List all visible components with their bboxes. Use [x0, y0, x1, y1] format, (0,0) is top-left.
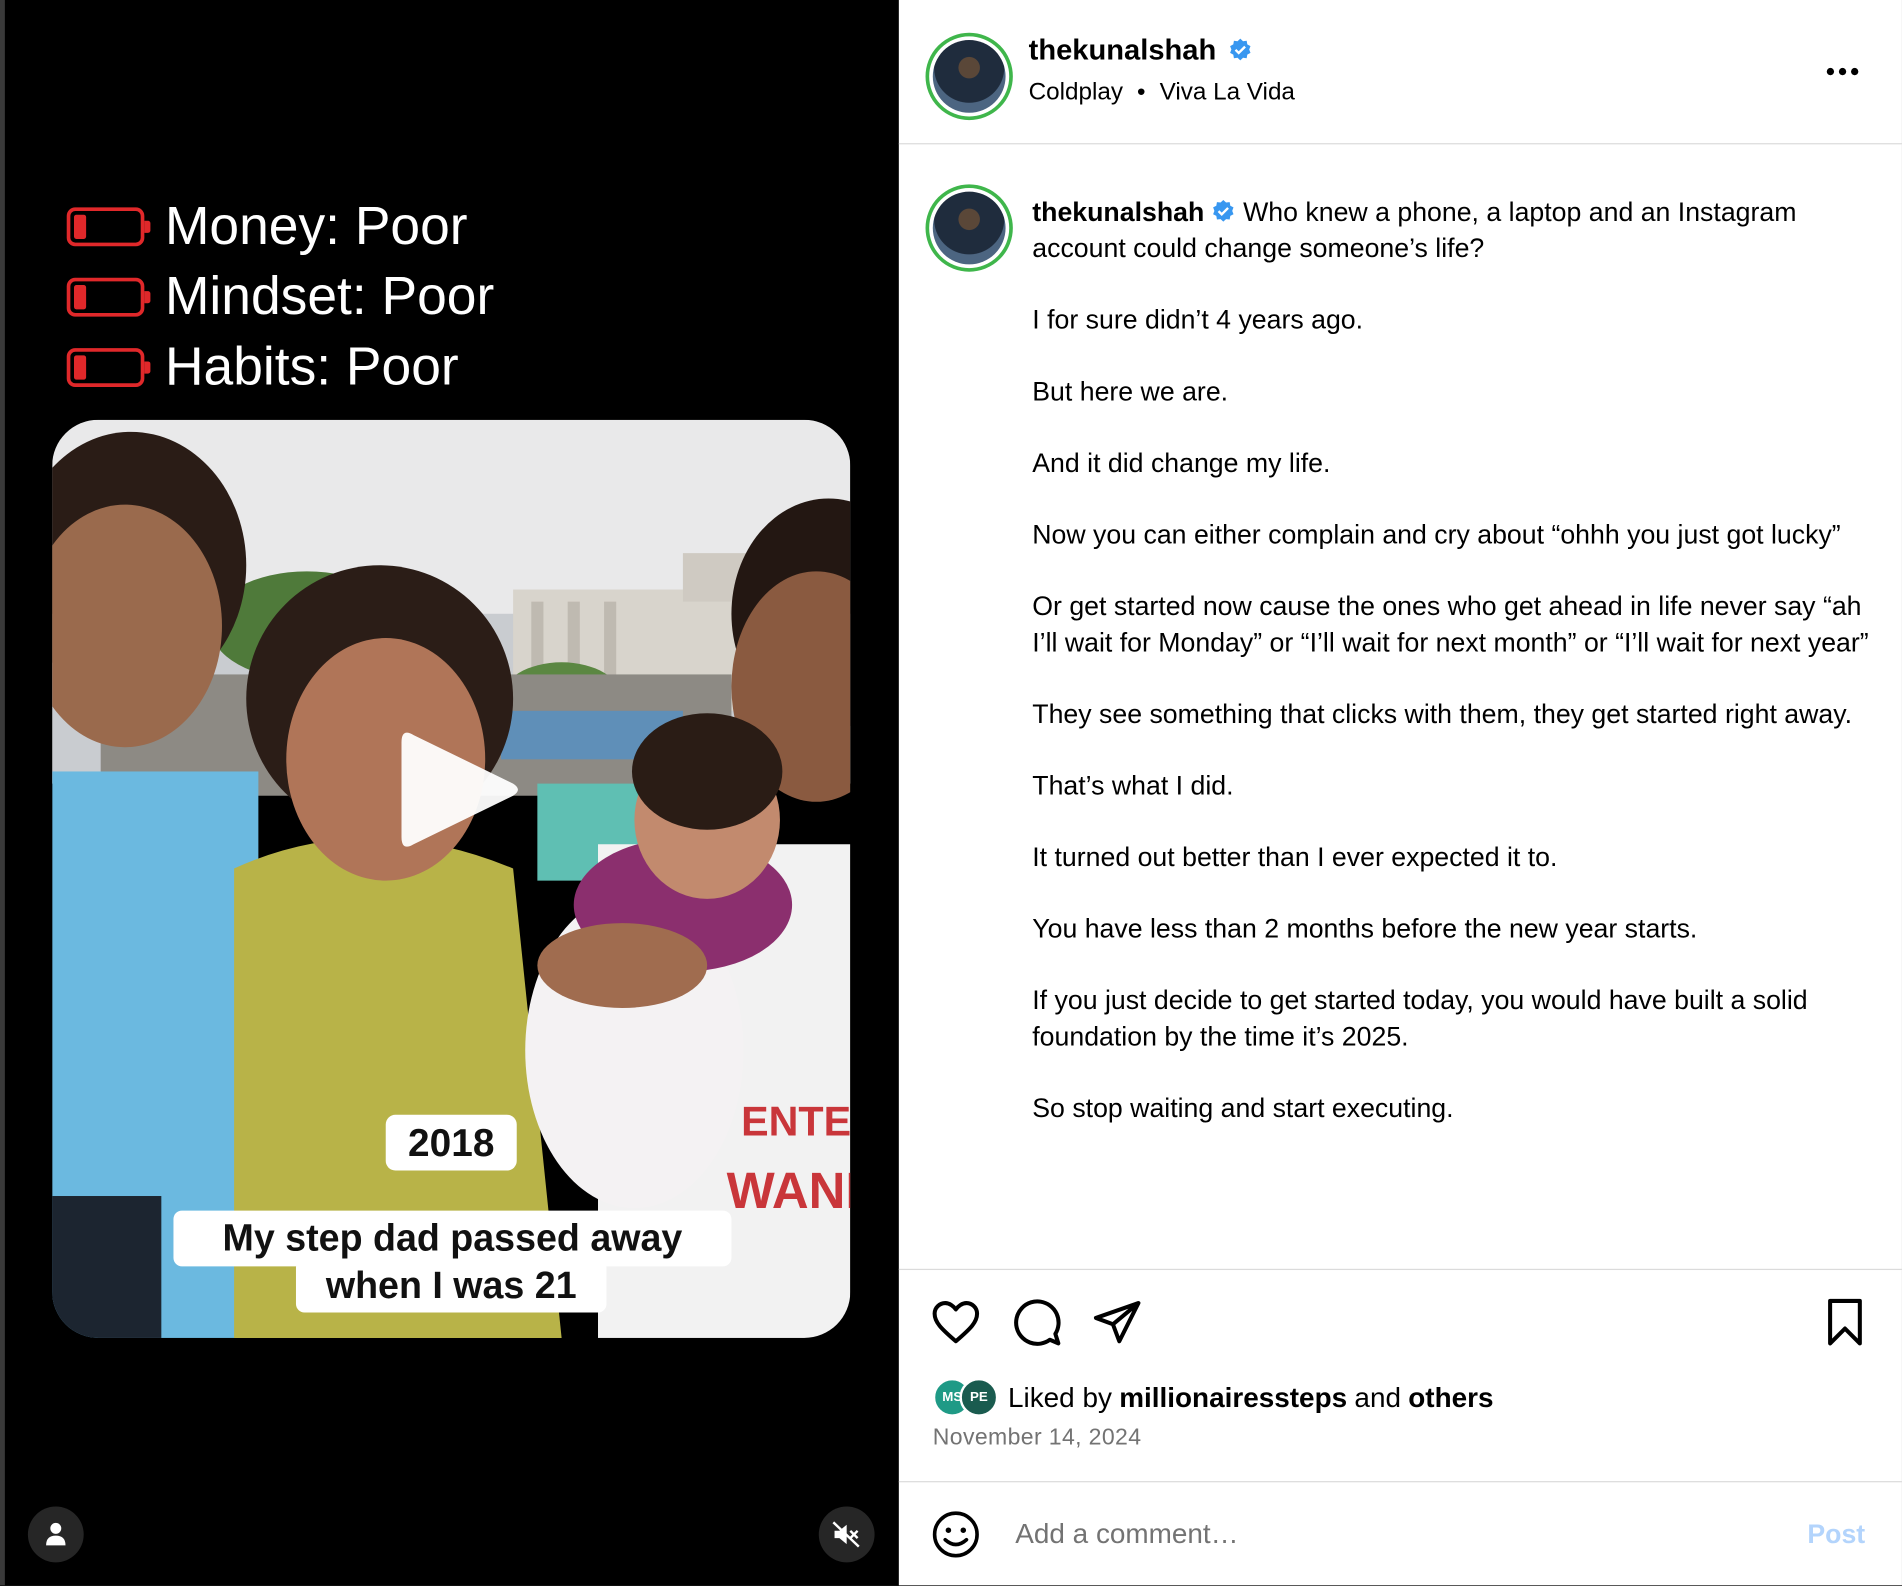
caption-paragraph: They see something that clicks with them… [1032, 698, 1853, 730]
post-caption: thekunalshah Who knew a phone, a laptop a… [1032, 194, 1869, 1162]
video-caption-line-1: My step dad passed away [173, 1210, 732, 1267]
post-header: thekunalshah Coldplay • Viva La Vida [898, 0, 1902, 145]
muted-speaker-icon [832, 1521, 860, 1548]
stat-label: Mindset: Poor [164, 266, 495, 327]
audio-separator: • [1137, 78, 1146, 106]
caption-paragraph: It turned out better than I ever expecte… [1032, 841, 1558, 873]
audio-artist-link[interactable]: Coldplay [1029, 79, 1123, 106]
comment-icon[interactable] [1012, 1297, 1063, 1348]
year-badge: 2018 [385, 1114, 517, 1171]
caption-username-link[interactable]: thekunalshah [1032, 197, 1204, 227]
stat-label: Money: Poor [164, 196, 468, 256]
emoji-icon[interactable] [930, 1509, 981, 1560]
caption-paragraph: I for sure didn’t 4 years ago. [1032, 304, 1364, 335]
family-photo: ENTER WAND [52, 419, 851, 1338]
battery-low-icon [66, 207, 151, 247]
caption-paragraph: Or get started now cause the ones who ge… [1032, 590, 1869, 658]
svg-text:WAND: WAND [727, 1162, 851, 1219]
battery-low-icon [66, 348, 151, 387]
stat-row-habits: Habits: Poor [66, 332, 495, 402]
comment-bar: Post [899, 1482, 1902, 1585]
liked-by-row: MS PE Liked by millionairessteps and oth… [932, 1377, 1494, 1417]
post-panel: thekunalshah Coldplay • Viva La Vida the… [898, 0, 1902, 1586]
heart-icon[interactable] [930, 1297, 981, 1348]
liked-by-others-link[interactable]: others [1408, 1381, 1493, 1414]
caption-avatar[interactable] [925, 184, 1013, 272]
stat-row-money: Money: Poor [66, 192, 495, 262]
avatar-image [932, 191, 1006, 265]
stat-label: Habits: Poor [164, 337, 459, 397]
divider [898, 1268, 1902, 1271]
caption-paragraph: You have less than 2 months before the n… [1032, 913, 1698, 944]
caption-paragraph: That’s what I did. [1032, 770, 1234, 801]
post-date[interactable]: November 14, 2024 [933, 1425, 1142, 1452]
user-icon [46, 1522, 66, 1546]
audio-track-link[interactable]: Viva La Vida [1160, 79, 1295, 106]
verified-badge-icon [1212, 199, 1234, 222]
username-link[interactable]: thekunalshah [1029, 34, 1217, 67]
mute-toggle-button[interactable] [818, 1506, 875, 1563]
caption-first-paragraph: thekunalshah Who knew a phone, a laptop a… [1032, 194, 1869, 267]
liked-by-and: and [1354, 1381, 1401, 1413]
caption-paragraph: If you just decide to get started today,… [1032, 984, 1808, 1052]
svg-text:ENTER: ENTER [741, 1098, 850, 1144]
liked-by-user-link[interactable]: millionairessteps [1119, 1381, 1347, 1414]
verified-badge-icon [1230, 38, 1251, 61]
comment-input[interactable] [1012, 1516, 1770, 1552]
more-options-icon[interactable] [1821, 53, 1870, 89]
caption-paragraph: Now you can either complain and cry abou… [1032, 519, 1841, 550]
stats-list: Money: Poor Mindset: Poor Habits: Poor [66, 192, 495, 403]
header-username-row: thekunalshah [1029, 34, 1254, 68]
caption-paragraph: But here we are. [1032, 376, 1229, 407]
tagged-users-button[interactable] [27, 1506, 84, 1563]
audio-info: Coldplay • Viva La Vida [1029, 79, 1295, 107]
liked-by-prefix: Liked by [1008, 1381, 1112, 1413]
caption-paragraph: So stop waiting and start executing. [1032, 1092, 1454, 1124]
stat-row-mindset: Mindset: Poor [66, 262, 495, 332]
video-caption-line-2: when I was 21 [295, 1259, 607, 1313]
avatar-image [932, 40, 1006, 113]
battery-low-icon [66, 277, 151, 317]
bookmark-icon[interactable] [1820, 1297, 1871, 1348]
reel-video[interactable]: Money: Poor Mindset: Poor Habits: Poor E… [0, 0, 899, 1586]
post-comment-button[interactable]: Post [1807, 1519, 1865, 1551]
liker-avatar[interactable]: PE [959, 1377, 999, 1417]
window-edge [0, 0, 5, 1586]
share-icon[interactable] [1092, 1297, 1143, 1348]
profile-avatar[interactable] [925, 32, 1013, 121]
play-icon[interactable] [397, 723, 523, 856]
caption-paragraph: And it did change my life. [1032, 447, 1331, 478]
